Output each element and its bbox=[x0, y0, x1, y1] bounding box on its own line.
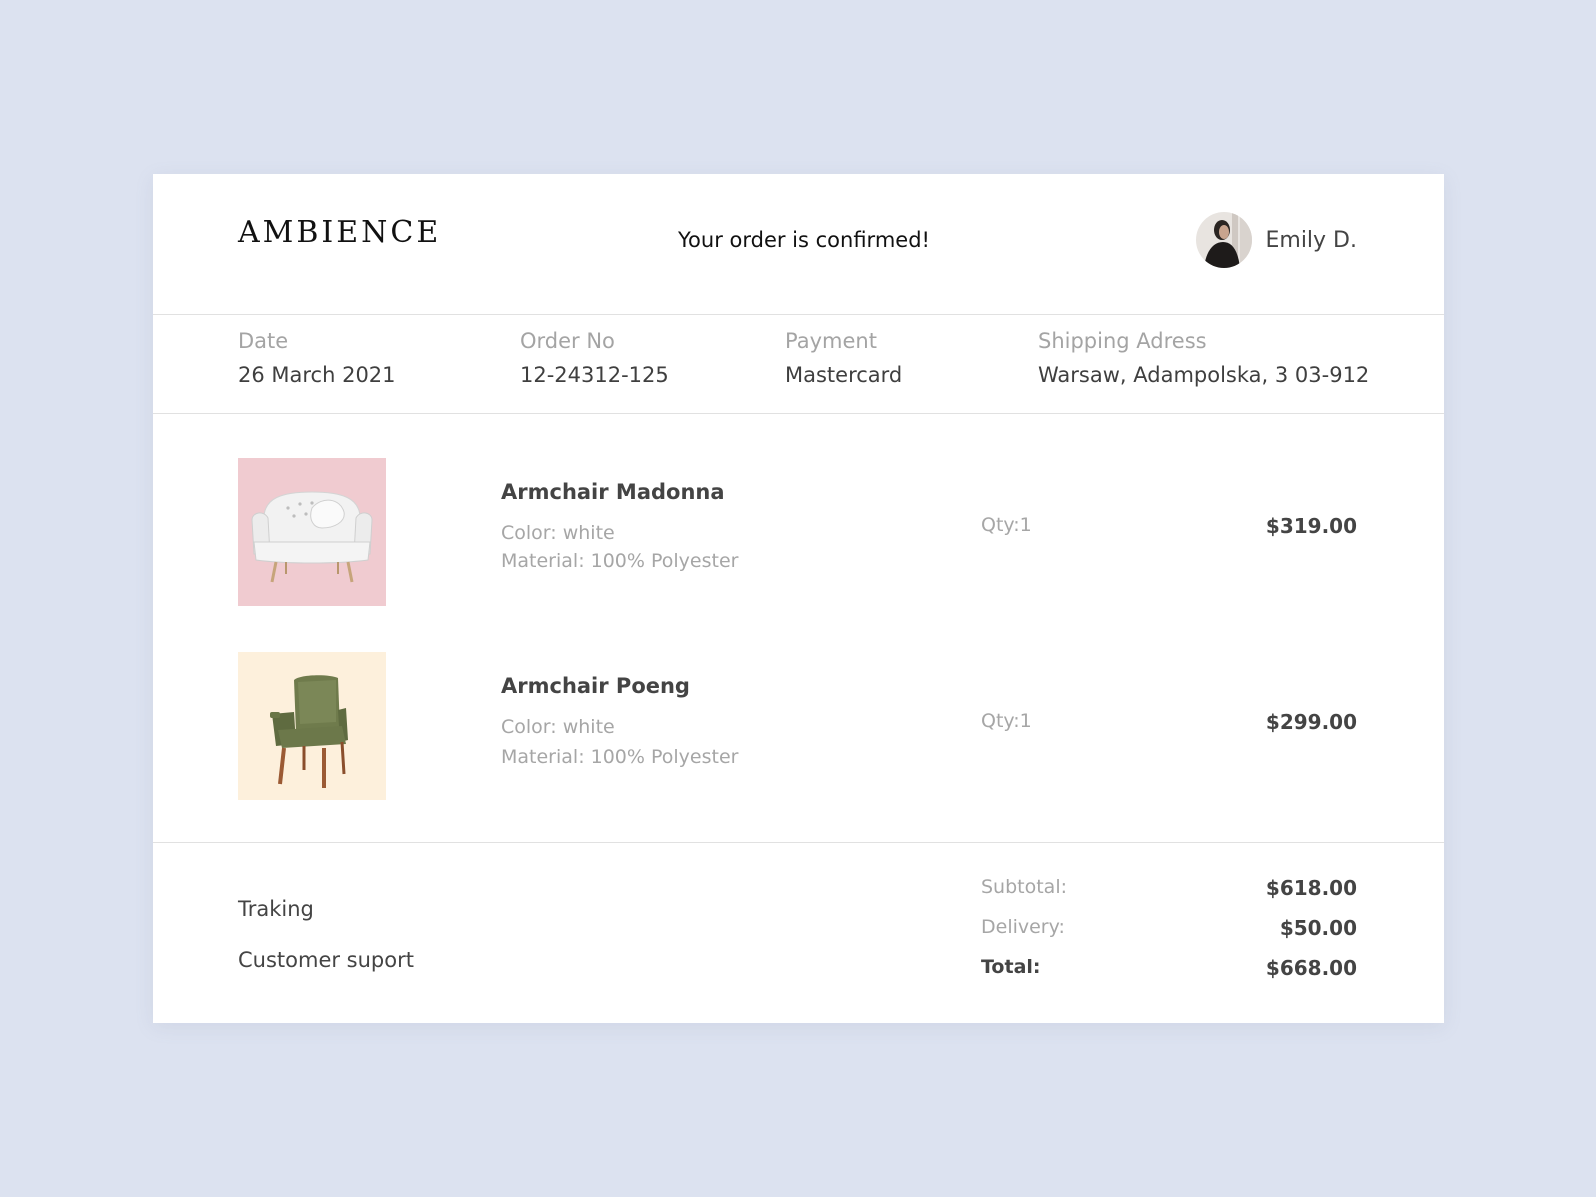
confirmation-message: Your order is confirmed! bbox=[678, 228, 930, 252]
product-price: $319.00 bbox=[1265, 514, 1357, 538]
order-date: Date 26 March 2021 bbox=[238, 329, 396, 387]
order-footer: Traking Customer suport Subtotal: $618.0… bbox=[153, 843, 1444, 1023]
product-color: Color: white bbox=[501, 716, 615, 738]
product-name[interactable]: Armchair Madonna bbox=[501, 480, 725, 504]
avatar[interactable] bbox=[1196, 212, 1253, 268]
delivery-value: $50.00 bbox=[1279, 916, 1357, 940]
product-quantity: Qty:1 bbox=[981, 514, 1032, 536]
subtotal-label: Subtotal: bbox=[981, 876, 1068, 898]
product-color: Color: white bbox=[501, 522, 615, 544]
shipping-label: Shipping Adress bbox=[1038, 329, 1207, 353]
header: AMBIENCE Your order is confirmed! Emily … bbox=[153, 174, 1444, 315]
shipping-value: Warsaw, Adampolska, 3 03-912 bbox=[1038, 363, 1370, 387]
user-name: Emily D. bbox=[1265, 227, 1357, 253]
product-image-armchair-poeng[interactable] bbox=[238, 652, 386, 800]
order-number-label: Order No bbox=[520, 329, 615, 353]
list-item: Armchair Madonna Color: white Material: … bbox=[153, 458, 1444, 606]
product-name[interactable]: Armchair Poeng bbox=[501, 674, 690, 698]
shipping-address: Shipping Adress Warsaw, Adampolska, 3 03… bbox=[1038, 329, 1369, 387]
total-value: $668.00 bbox=[1265, 956, 1357, 980]
subtotal-value: $618.00 bbox=[1265, 876, 1357, 900]
order-number-value: 12-24312-125 bbox=[520, 363, 669, 387]
product-quantity: Qty:1 bbox=[981, 710, 1032, 732]
list-item: Armchair Poeng Color: white Material: 10… bbox=[153, 652, 1444, 800]
product-list: Armchair Madonna Color: white Material: … bbox=[153, 414, 1444, 843]
delivery-label: Delivery: bbox=[981, 916, 1065, 938]
tracking-link[interactable]: Traking bbox=[238, 897, 314, 921]
order-date-value: 26 March 2021 bbox=[238, 363, 396, 387]
product-material: Material: 100% Polyester bbox=[501, 550, 739, 572]
product-material: Material: 100% Polyester bbox=[501, 746, 739, 768]
brand-logo[interactable]: AMBIENCE bbox=[238, 218, 441, 248]
order-date-label: Date bbox=[238, 329, 289, 353]
user-profile[interactable]: Emily D. bbox=[1196, 212, 1357, 268]
payment-value: Mastercard bbox=[785, 363, 903, 387]
product-image-armchair-madonna[interactable] bbox=[238, 458, 386, 606]
product-price: $299.00 bbox=[1265, 710, 1357, 734]
order-confirmation-card: AMBIENCE Your order is confirmed! Emily … bbox=[153, 174, 1444, 1023]
customer-support-link[interactable]: Customer suport bbox=[238, 948, 414, 972]
total-label: Total: bbox=[981, 956, 1041, 978]
payment-method: Payment Mastercard bbox=[785, 329, 902, 387]
order-number: Order No 12-24312-125 bbox=[520, 329, 669, 387]
payment-label: Payment bbox=[785, 329, 877, 353]
order-info-row: Date 26 March 2021 Order No 12-24312-125… bbox=[153, 315, 1444, 414]
